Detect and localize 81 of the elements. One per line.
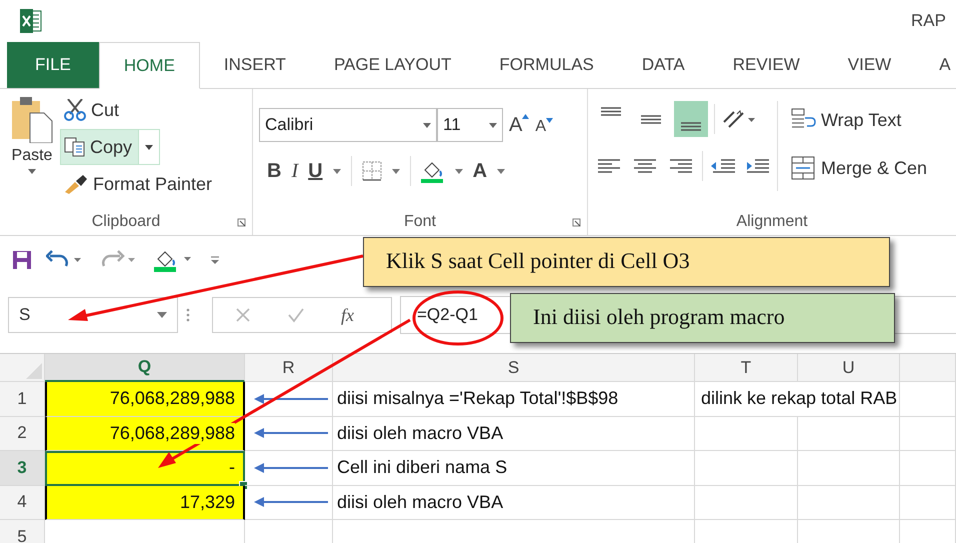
- window-title: RAP: [911, 11, 946, 31]
- triangle-down-icon: [546, 118, 554, 123]
- grow-font-button[interactable]: A: [509, 114, 530, 136]
- borders-icon[interactable]: [362, 161, 382, 181]
- grip-icon: [186, 308, 190, 322]
- font-name-field[interactable]: Calibri: [259, 108, 437, 142]
- format-painter-button[interactable]: Format Painter: [60, 167, 216, 201]
- table-cell: diisi misalnya ='Rekap Total'!$B$98: [333, 382, 695, 416]
- bold-button[interactable]: B: [267, 160, 282, 182]
- column-header[interactable]: Q: [45, 354, 245, 382]
- cut-button[interactable]: Cut: [60, 93, 216, 127]
- table-cell: diisi oleh macro VBA: [333, 416, 695, 451]
- caret-icon: [497, 168, 506, 174]
- caret-icon: [454, 168, 463, 174]
- ribbon-tab[interactable]: FILE: [7, 42, 99, 88]
- table-cell: [900, 382, 956, 416]
- ribbon-tab[interactable]: HOME: [98, 42, 200, 89]
- column-header[interactable]: R: [245, 354, 333, 382]
- row-header[interactable]: 4: [0, 486, 45, 520]
- callout-tooltip: Ini diisi oleh program macro: [510, 293, 895, 343]
- save-icon[interactable]: [12, 250, 32, 270]
- dialog-launcher-icon[interactable]: [237, 218, 246, 227]
- row-header[interactable]: 5: [0, 520, 45, 543]
- column-header[interactable]: T: [695, 354, 798, 382]
- insert-function-button[interactable]: fx: [341, 304, 354, 326]
- vertical-align-button[interactable]: [674, 101, 708, 137]
- caret-icon: [28, 169, 36, 174]
- ribbon-tab[interactable]: A: [915, 42, 951, 88]
- column-header[interactable]: S: [333, 354, 695, 382]
- ribbon-tab[interactable]: PAGE LAYOUT: [310, 42, 476, 88]
- table-cell: diisi oleh macro VBA: [333, 486, 695, 520]
- font-size-field[interactable]: 11: [437, 108, 503, 142]
- dialog-launcher-icon[interactable]: [572, 218, 581, 227]
- row-header[interactable]: 1: [0, 382, 45, 416]
- callout-tooltip: Klik S saat Cell pointer di Cell O3: [363, 237, 890, 287]
- merge-center-button[interactable]: Merge & Cen: [788, 151, 930, 185]
- ribbon-tab[interactable]: DATA: [618, 42, 709, 88]
- ribbon-tab[interactable]: REVIEW: [708, 42, 824, 88]
- wrap-text-button[interactable]: Wrap Text: [788, 103, 930, 137]
- table-cell: [900, 486, 956, 520]
- caret-icon: [423, 122, 431, 128]
- group-label: Alignment: [736, 213, 808, 231]
- table-cell: [900, 451, 956, 486]
- table-cell: Cell ini diberi nama S: [333, 451, 695, 486]
- align-lines-icon: [640, 114, 662, 124]
- copy-icon: [64, 137, 86, 157]
- italic-button[interactable]: I: [291, 160, 298, 182]
- row-header[interactable]: 2: [0, 416, 45, 451]
- caret-icon: [392, 168, 400, 174]
- underline-button[interactable]: U: [308, 160, 323, 182]
- paste-button[interactable]: Paste: [6, 93, 58, 209]
- table-cell: [900, 416, 956, 451]
- table-cell: dilink ke rekap total RAB: [695, 382, 900, 416]
- table-cell: 76,068,289,988: [110, 422, 235, 444]
- column-header[interactable]: U: [798, 354, 900, 382]
- group-label: Font: [404, 213, 436, 231]
- customize-icon[interactable]: [210, 255, 220, 265]
- triangle-up-icon: [522, 114, 530, 118]
- caret-icon: [332, 168, 341, 174]
- checkmark-icon[interactable]: [287, 307, 305, 323]
- caret-icon: [489, 122, 497, 128]
- font-color-button[interactable]: A: [472, 160, 488, 182]
- ribbon-tab[interactable]: INSERT: [200, 42, 310, 88]
- shrink-font-button[interactable]: A: [535, 118, 554, 136]
- row-header[interactable]: 3: [0, 451, 45, 486]
- clipboard-icon: [10, 95, 54, 143]
- copy-button[interactable]: Copy: [60, 129, 160, 165]
- orientation-icon[interactable]: [721, 108, 757, 130]
- group-label: Clipboard: [92, 213, 160, 231]
- caret-icon: [145, 144, 154, 150]
- ribbon-tab[interactable]: VIEW: [824, 42, 916, 88]
- merge-cells-icon: [791, 156, 817, 180]
- ribbon-tab[interactable]: FORMULAS: [475, 42, 618, 88]
- spreadsheet-app-icon: [20, 9, 42, 33]
- name-box[interactable]: S: [8, 297, 178, 333]
- align-lines-icon: [600, 107, 622, 116]
- table-cell: 76,068,289,988: [110, 388, 235, 410]
- align-lines-icon: [680, 122, 702, 131]
- paintbrush-icon: [63, 174, 89, 194]
- caret-icon: [157, 312, 167, 318]
- scissors-icon: [63, 99, 87, 121]
